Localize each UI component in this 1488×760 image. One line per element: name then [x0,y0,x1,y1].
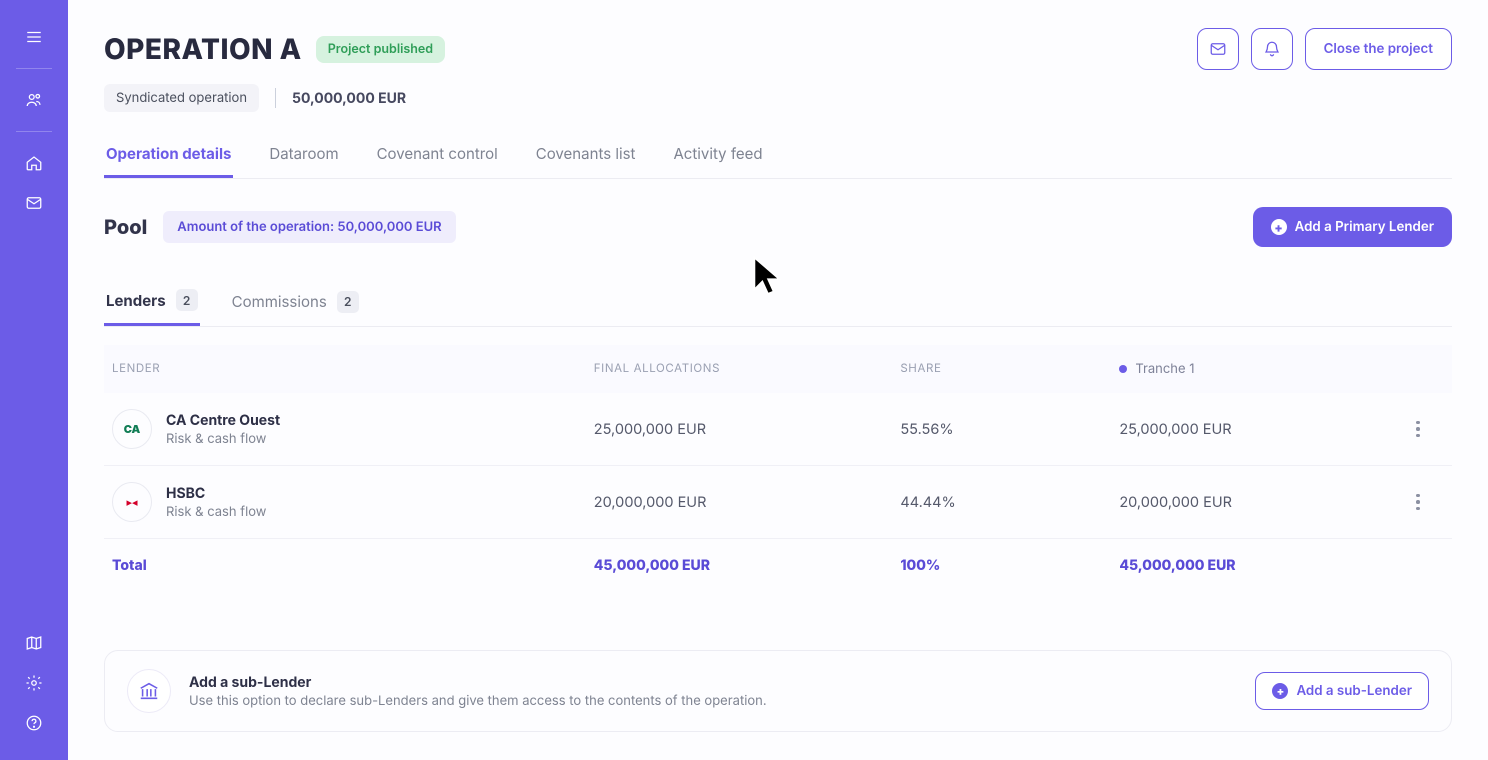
lenders-table: LENDER FINAL ALLOCATIONS SHARE Tranche 1… [104,345,1452,580]
sub-lender-title: Add a sub-Lender [189,674,767,691]
add-primary-lender-label: Add a Primary Lender [1295,219,1434,235]
lender-subtitle: Risk & cash flow [166,431,280,447]
col-final-allocations: FINAL ALLOCATIONS [594,361,901,377]
lender-name: HSBC [166,485,266,502]
notification-button[interactable] [1251,28,1293,70]
lender-subtitle: Risk & cash flow [166,504,266,520]
users-icon[interactable] [17,83,51,117]
cell-share: 44.44% [900,494,1119,511]
col-tranche: Tranche 1 [1119,361,1404,377]
lenders-count-badge: 2 [176,289,198,311]
operation-type-tag: Syndicated operation [104,84,259,112]
sub-lender-description: Use this option to declare sub-Lenders a… [189,693,767,709]
home-icon[interactable] [17,146,51,180]
mail-button[interactable] [1197,28,1239,70]
pool-subtabs: Lenders 2 Commissions 2 [104,277,1452,327]
lender-logo: ▸◂ [112,482,152,522]
plus-icon: + [1272,683,1288,699]
subtab-commissions-label: Commissions [232,292,327,311]
gear-icon[interactable] [17,666,51,700]
tab-activity-feed[interactable]: Activity feed [671,132,764,178]
subtab-commissions[interactable]: Commissions 2 [230,277,361,326]
bank-icon [127,669,171,713]
pool-heading: Pool [104,215,147,239]
cell-tranche: 25,000,000 EUR [1119,421,1404,438]
lender-name: CA Centre Ouest [166,412,280,429]
subtab-lenders[interactable]: Lenders 2 [104,277,200,326]
table-row: CA CA Centre Ouest Risk & cash flow 25,0… [104,393,1452,466]
map-icon[interactable] [17,626,51,660]
row-menu-icon[interactable] [1404,415,1432,443]
status-badge: Project published [316,36,445,63]
main-tabs: Operation details Dataroom Covenant cont… [104,132,1452,179]
main-content: OPERATION A Project published Close the … [68,0,1488,760]
total-tranche: 45,000,000 EUR [1119,557,1404,574]
tab-dataroom[interactable]: Dataroom [267,132,340,178]
side-navigation [0,0,68,760]
table-header: LENDER FINAL ALLOCATIONS SHARE Tranche 1 [104,345,1452,393]
col-lender: LENDER [112,361,594,377]
subtab-lenders-label: Lenders [106,291,166,310]
table-row: ▸◂ HSBC Risk & cash flow 20,000,000 EUR … [104,466,1452,539]
add-sub-lender-button[interactable]: + Add a sub-Lender [1255,672,1429,710]
close-project-button[interactable]: Close the project [1305,28,1452,70]
total-label: Total [112,557,594,574]
tranche-dot-icon [1119,365,1127,373]
commissions-count-badge: 2 [337,291,359,313]
total-allocation: 45,000,000 EUR [594,557,901,574]
pool-amount-chip: Amount of the operation: 50,000,000 EUR [163,211,455,243]
help-icon[interactable] [17,706,51,740]
operation-amount: 50,000,000 EUR [292,90,406,107]
total-share: 100% [900,557,1119,574]
col-share: SHARE [900,361,1119,377]
add-primary-lender-button[interactable]: + Add a Primary Lender [1253,207,1452,247]
tab-operation-details[interactable]: Operation details [104,132,233,178]
divider [275,88,276,108]
row-menu-icon[interactable] [1404,488,1432,516]
cell-allocation: 20,000,000 EUR [594,494,901,511]
mail-icon[interactable] [17,186,51,220]
cell-tranche: 20,000,000 EUR [1119,494,1404,511]
divider [16,68,52,69]
divider [16,131,52,132]
plus-icon: + [1271,219,1287,235]
table-total-row: Total 45,000,000 EUR 100% 45,000,000 EUR [104,539,1452,580]
lender-logo: CA [112,409,152,449]
page-title: OPERATION A [104,32,302,66]
add-sub-lender-label: Add a sub-Lender [1296,683,1412,699]
tab-covenants-list[interactable]: Covenants list [534,132,638,178]
cell-allocation: 25,000,000 EUR [594,421,901,438]
cell-share: 55.56% [900,421,1119,438]
tranche-label: Tranche 1 [1135,361,1194,377]
tab-covenant-control[interactable]: Covenant control [375,132,500,178]
menu-icon[interactable] [17,20,51,54]
